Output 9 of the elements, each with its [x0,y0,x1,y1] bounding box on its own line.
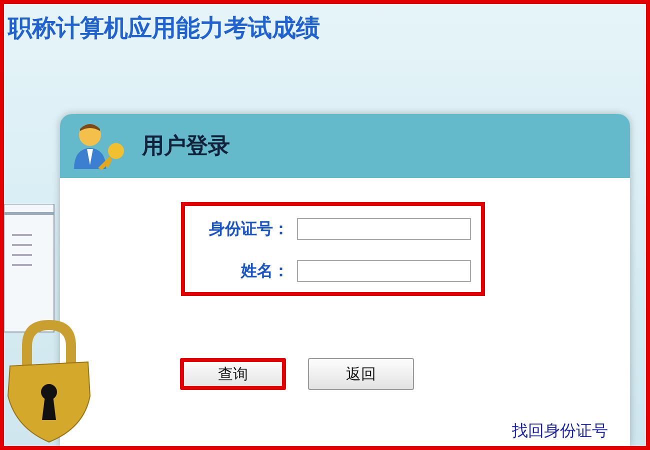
input-field[interactable] [297,218,471,240]
input-field[interactable] [297,260,471,282]
form-button[interactable]: 返回 [308,358,414,390]
field-label: 姓名： [240,260,289,282]
form-button[interactable]: 查询 [180,358,286,390]
page-title: 职称计算机应用能力考试成绩 [6,13,321,44]
recover-id-link[interactable]: 找回身份证号 [512,421,608,442]
field-label: 身份证号： [208,218,289,240]
panel-heading: 用户登录 [142,133,230,161]
